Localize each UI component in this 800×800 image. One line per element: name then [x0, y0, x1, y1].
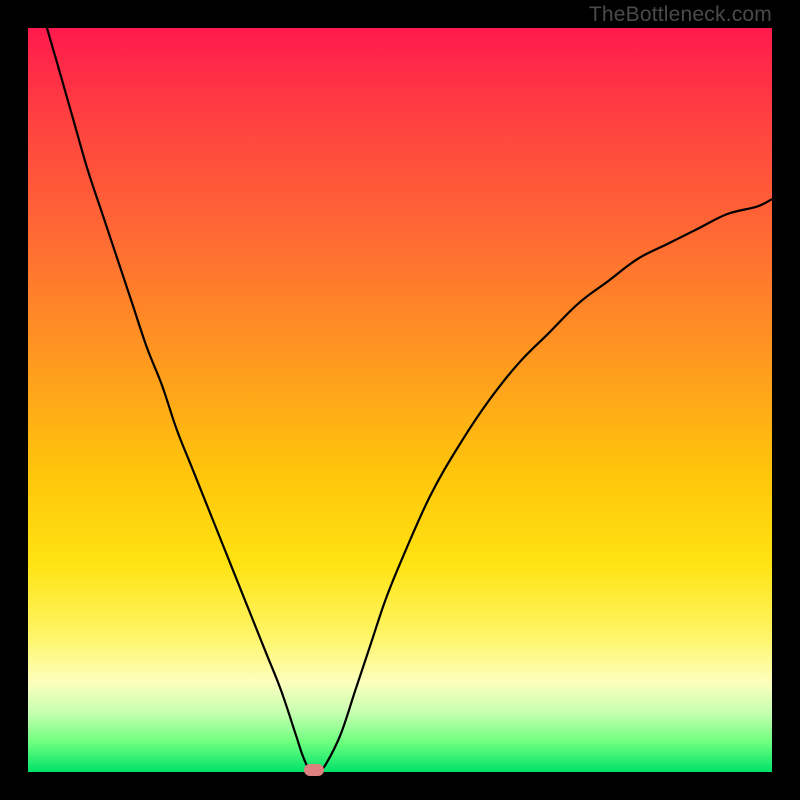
curve-layer	[28, 28, 772, 772]
bottleneck-curve	[28, 28, 772, 772]
attribution-text: TheBottleneck.com	[589, 3, 772, 27]
chart-frame: TheBottleneck.com	[0, 0, 800, 800]
minimum-marker	[304, 764, 324, 776]
plot-area	[28, 28, 772, 772]
